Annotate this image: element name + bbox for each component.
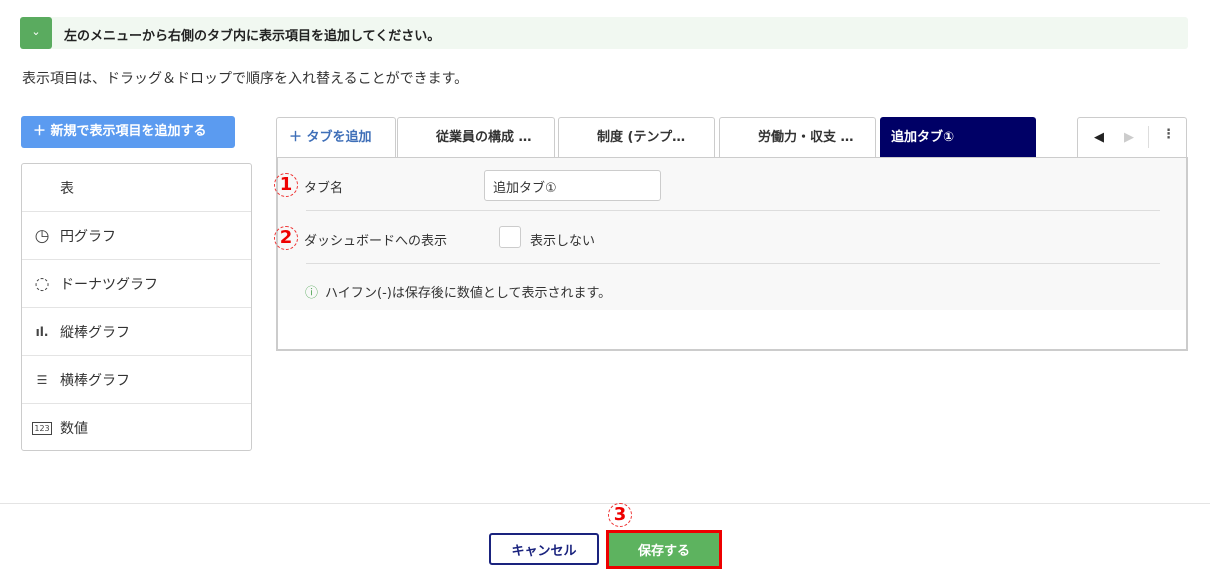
prev-arrow-icon[interactable]: ◀ — [1094, 130, 1104, 145]
info-icon: ⓘ — [305, 286, 319, 301]
tab-name-input[interactable]: 追加タブ① — [484, 170, 661, 201]
divider — [1148, 126, 1149, 148]
footer-divider — [0, 503, 1210, 504]
cancel-button[interactable]: キャンセル — [489, 533, 599, 565]
tab-settings-panel: 1 タブ名 追加タブ① 2 ダッシュボードへの表示 表示しない ⓘ ハイフン(-… — [274, 157, 1188, 351]
item-label: 表 — [60, 180, 74, 197]
list-item-number[interactable]: 123 数値 — [22, 404, 251, 452]
next-arrow-icon[interactable]: ▶ — [1124, 130, 1134, 145]
number-icon: 123 — [32, 421, 52, 435]
tab-name-label: タブ名 — [304, 181, 344, 196]
chevron-down-icon[interactable]: ⌄ — [20, 17, 52, 49]
annotation-1: 1 — [274, 173, 298, 197]
annotation-2: 2 — [274, 226, 298, 250]
tab-added[interactable]: 追加タブ① — [880, 117, 1036, 158]
more-menu-icon[interactable]: ⋮ — [1162, 127, 1175, 142]
item-list: 表 ◷ 円グラフ ◌ ドーナツグラフ ıl. 縦棒グラフ ☰ 横棒グラフ 123 数値 — [21, 163, 252, 451]
dashboard-hide-checkbox[interactable] — [499, 226, 521, 248]
divider — [306, 210, 1160, 211]
divider — [306, 263, 1160, 264]
item-label: 横棒グラフ — [60, 372, 130, 389]
item-label: ドーナツグラフ — [60, 276, 158, 293]
subtitle: 表示項目は、ドラッグ＆ドロップで順序を入れ替えることができます。 — [22, 71, 469, 87]
add-item-button[interactable]: ＋ 新規で表示項目を追加する — [21, 116, 235, 148]
add-tab-button[interactable]: ＋ タブを追加 — [276, 117, 396, 158]
save-button[interactable]: 保存する — [606, 530, 722, 569]
pie-chart-icon: ◷ — [34, 225, 50, 246]
item-label: 縦棒グラフ — [60, 324, 130, 341]
list-item-bar[interactable]: ıl. 縦棒グラフ — [22, 308, 251, 356]
bar-chart-icon: ıl. — [35, 324, 49, 339]
dashboard-label: ダッシュボードへの表示 — [304, 234, 448, 249]
tab-labor[interactable]: 労働力・収支 … — [719, 117, 876, 158]
horizontal-bar-icon: ☰ — [36, 372, 48, 387]
item-label: 数値 — [60, 421, 88, 437]
list-item-table[interactable]: 表 — [22, 164, 251, 212]
tab-system[interactable]: 制度 (テンプ… — [558, 117, 715, 158]
dashboard-checkbox-label: 表示しない — [530, 234, 596, 249]
annotation-3: 3 — [608, 503, 632, 527]
list-item-donut[interactable]: ◌ ドーナツグラフ — [22, 260, 251, 308]
tab-navigation: ◀ ▶ ⋮ — [1077, 117, 1187, 158]
item-label: 円グラフ — [60, 228, 116, 245]
hyphen-note: ハイフン(-)は保存後に数値として表示されます。 — [325, 286, 612, 301]
list-item-pie[interactable]: ◷ 円グラフ — [22, 212, 251, 260]
list-item-hbar[interactable]: ☰ 横棒グラフ — [22, 356, 251, 404]
info-notice: ⌄ 左のメニューから右側のタブ内に表示項目を追加してください。 — [20, 17, 1188, 49]
donut-chart-icon: ◌ — [34, 273, 50, 294]
notice-text: 左のメニューから右側のタブ内に表示項目を追加してください。 — [64, 29, 441, 44]
tab-employees[interactable]: 従業員の構成 … — [397, 117, 555, 158]
